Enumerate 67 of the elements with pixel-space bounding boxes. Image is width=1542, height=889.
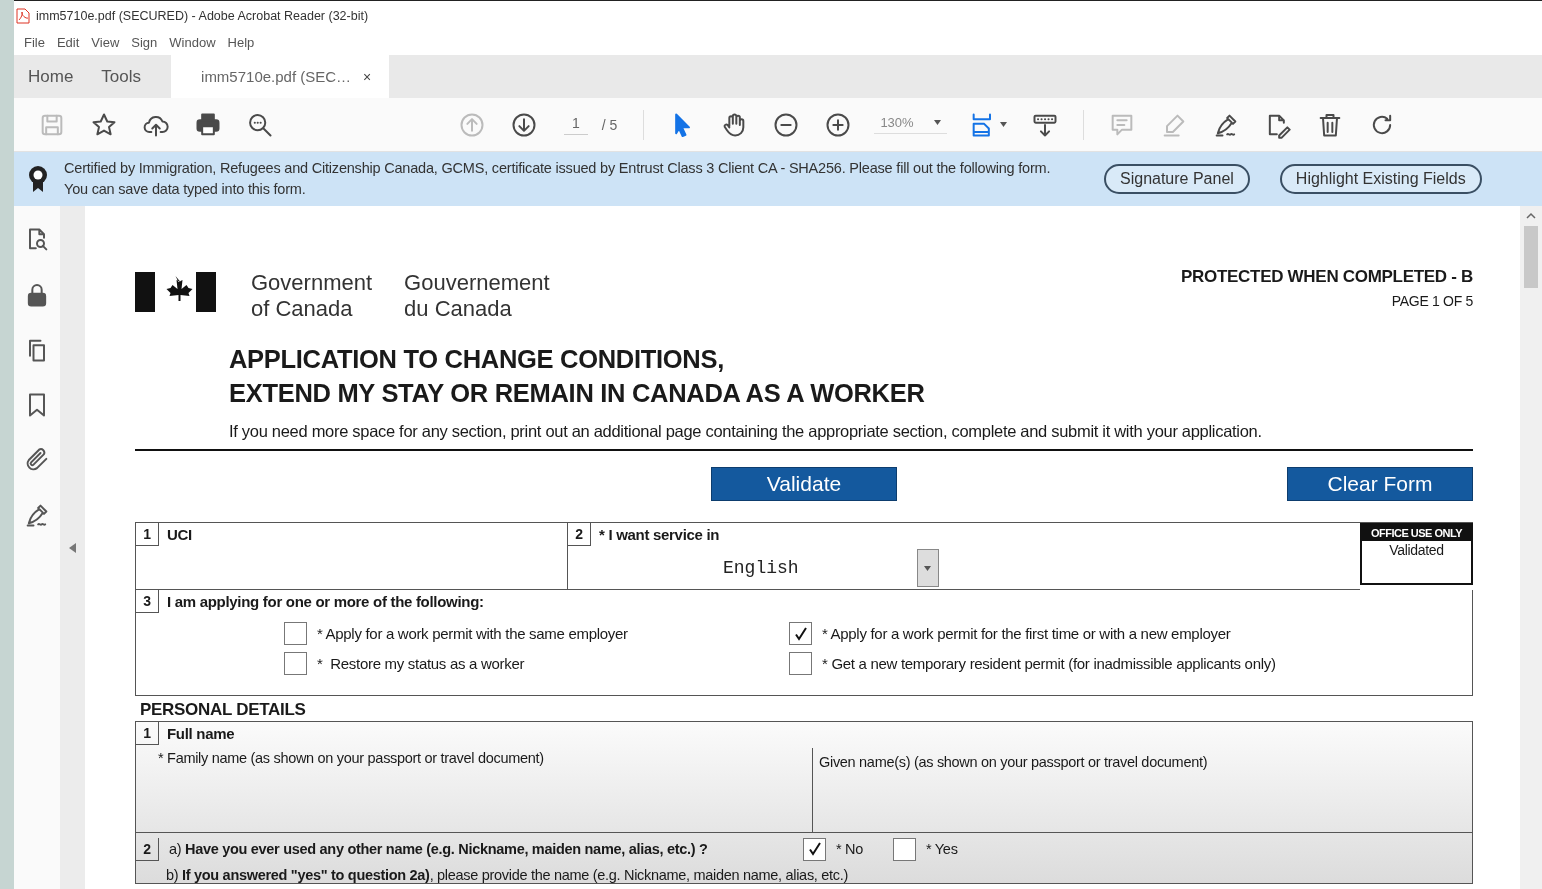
- checkbox-label: * Get a new temporary resident permit (for inadmissible applicants only): [822, 655, 1276, 672]
- menu-item[interactable]: View: [85, 35, 126, 50]
- field-label: * I want service in: [599, 525, 720, 543]
- menu-item[interactable]: Window: [163, 35, 222, 50]
- government-name: of Canada: [251, 296, 354, 322]
- checkbox-label: * Apply for a work permit for the first time or with a new employer: [822, 625, 1231, 642]
- government-name: Government: [251, 270, 373, 296]
- checkmark-icon: [792, 625, 809, 642]
- scrollbar-thumb[interactable]: [1524, 226, 1538, 288]
- checkbox-label: * No: [836, 841, 863, 857]
- checkbox[interactable]: [284, 622, 307, 645]
- page-count: / 5: [601, 116, 618, 133]
- scroll-up-icon[interactable]: [1526, 212, 1536, 220]
- clear-form-button[interactable]: Clear Form: [1287, 467, 1473, 501]
- menu-item[interactable]: Edit: [50, 35, 86, 50]
- tab[interactable]: Tools: [87, 55, 156, 98]
- certification-message: Certified by Immigration, Refugees and Citizenship Canada, GCMS, certificate issued by Entrust Class 3 Client CA - SHA256. Please fill out the following form. You can save data typed into this form.: [64, 159, 1052, 199]
- question-number: 3: [136, 589, 159, 613]
- certificate-ribbon-icon: [28, 165, 48, 193]
- field-label: UCI: [167, 525, 192, 543]
- form-title: APPLICATION TO CHANGE CONDITIONS,: [229, 344, 724, 375]
- caret-icon: [999, 122, 1007, 127]
- dropdown-caret-icon: [924, 565, 932, 571]
- question-number: 1: [136, 522, 159, 546]
- question-number: 2: [136, 837, 159, 861]
- field-label: I am applying for one or more of the following:: [167, 592, 484, 610]
- status-text: Validated: [1389, 542, 1444, 558]
- banner-button[interactable]: Signature Panel: [1104, 164, 1250, 194]
- government-name: du Canada: [404, 296, 513, 322]
- field-label: Given name(s) (as shown on your passport or travel document): [819, 754, 1208, 770]
- window-title: imm5710e.pdf (SECURED) - Adobe Acrobat Reader (32-bit): [36, 8, 369, 23]
- office-use-heading: OFFICE USE ONLY: [1362, 525, 1471, 541]
- page-label: PAGE 1 OF 5: [1391, 293, 1473, 309]
- flag-icon: [135, 270, 217, 314]
- checkbox[interactable]: [789, 622, 812, 645]
- question-number: 2: [568, 522, 591, 546]
- checkbox[interactable]: [803, 837, 826, 861]
- checkbox[interactable]: [789, 652, 812, 675]
- banner-button[interactable]: Highlight Existing Fields: [1279, 164, 1482, 194]
- language-dropdown[interactable]: English: [723, 549, 939, 587]
- checkbox-label: * Apply for a work permit with the same employer: [317, 625, 628, 642]
- government-name: Gouvernement: [404, 270, 550, 296]
- validate-button[interactable]: Validate: [711, 467, 897, 501]
- tab[interactable]: Home: [14, 55, 88, 98]
- checkmark-icon: [806, 841, 823, 857]
- zoom-dropdown[interactable]: 130%: [874, 115, 947, 134]
- protection-label: PROTECTED WHEN COMPLETED - B: [1181, 267, 1473, 287]
- checkbox[interactable]: [284, 652, 307, 675]
- checkbox[interactable]: [893, 837, 916, 861]
- form-title: EXTEND MY STAY OR REMAIN IN CANADA AS A WORKER: [229, 378, 925, 409]
- section-heading: PERSONAL DETAILS: [140, 700, 307, 721]
- menu-item[interactable]: Help: [221, 35, 261, 50]
- field-label: Full name: [167, 724, 235, 742]
- close-tab-button[interactable]: ×: [363, 68, 372, 85]
- question-text: a) Have you ever used any other name (e.g. Nickname, maiden name, alias, etc.) ?: [168, 841, 709, 857]
- field-label: * Family name (as shown on your passport or travel document): [158, 750, 544, 766]
- instruction-text: If you need more space for any section, print out an additional page containing the appropriate section, complete and submit it with your application.: [229, 422, 1263, 441]
- question-number: 1: [136, 721, 159, 745]
- checkbox-label: * Restore my status as a worker: [317, 655, 525, 672]
- tab[interactable]: imm5710e.pdf (SEC… ×: [171, 55, 390, 98]
- checkbox-label: * Yes: [926, 841, 958, 857]
- collapse-arrow-icon[interactable]: [69, 542, 76, 553]
- question-text: b) If you answered "yes" to question 2a), please provide the name (e.g. Nickname, maiden name, alias, etc.): [165, 866, 849, 883]
- menu-item[interactable]: Sign: [125, 35, 164, 50]
- page-number-field[interactable]: 1: [564, 114, 588, 135]
- caret-icon: [933, 120, 941, 125]
- menu-item[interactable]: File: [18, 35, 51, 50]
